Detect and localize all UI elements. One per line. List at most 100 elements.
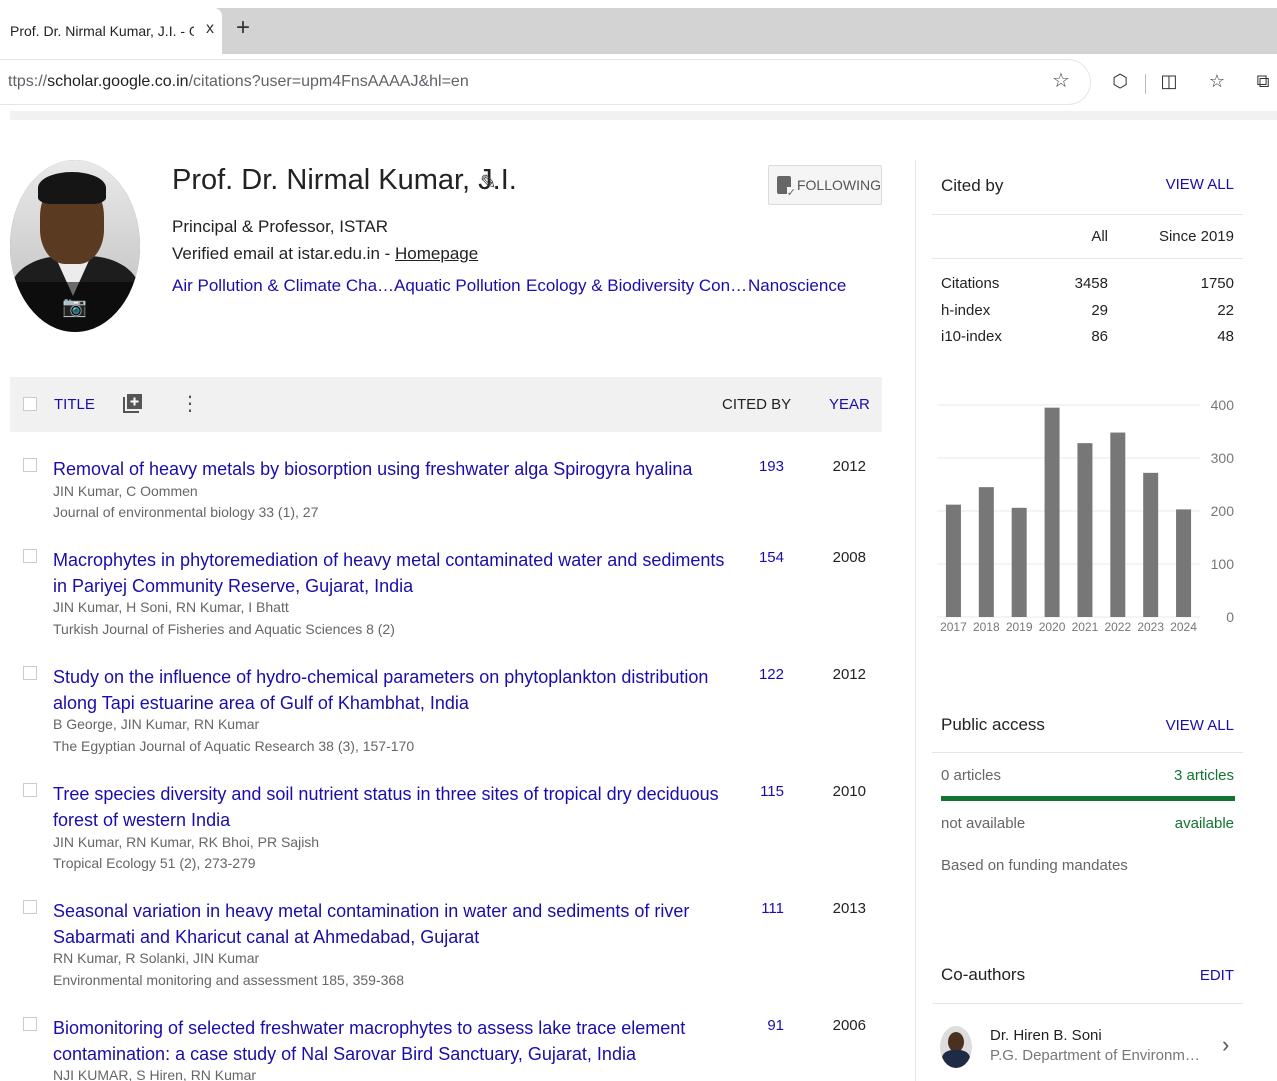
not-available-label: not available — [941, 815, 1026, 832]
interest-link[interactable]: Aquatic Pollution — [394, 276, 521, 296]
row-checkbox[interactable] — [23, 458, 37, 472]
article-title-link[interactable]: Macrophytes in phytoremediation of heavy… — [53, 547, 733, 599]
row-checkbox[interactable] — [23, 549, 37, 563]
cited-by-count-link[interactable]: 122 — [722, 666, 784, 683]
cited-by-count-link[interactable]: 115 — [722, 783, 784, 800]
funding-mandates-note: Based on funding mandates — [941, 857, 1128, 874]
article-title-link[interactable]: Seasonal variation in heavy metal contam… — [53, 898, 733, 950]
homepage-link[interactable]: Homepage — [395, 244, 478, 263]
article-title-link[interactable]: Study on the influence of hydro-chemical… — [53, 664, 733, 716]
coauthors-heading: Co-authors — [941, 965, 1026, 984]
article-authors: B George, JIN Kumar, RN Kumar — [53, 716, 260, 732]
article-venue: Environmental monitoring and assessment … — [53, 972, 404, 988]
article-year: 2008 — [832, 549, 866, 566]
stats-col-all: All — [1091, 228, 1108, 245]
available-count[interactable]: 3 articles — [1174, 767, 1234, 784]
chart-bar-2023[interactable] — [1143, 472, 1159, 617]
new-tab-icon[interactable]: + — [230, 14, 256, 42]
y-tick-label: 100 — [1211, 556, 1235, 572]
x-tick-label: 2024 — [1170, 620, 1197, 634]
row-checkbox[interactable] — [23, 666, 37, 680]
stat-all: 3458 — [1074, 275, 1108, 292]
article-title-link[interactable]: Biomonitoring of selected freshwater mac… — [53, 1015, 733, 1067]
profile-photo[interactable]: 📷 — [10, 160, 140, 332]
extensions-icon[interactable]: ⬡ — [1109, 70, 1131, 92]
article-venue: Turkish Journal of Fisheries and Aquatic… — [53, 621, 395, 637]
chart-bar-2017[interactable] — [945, 504, 961, 617]
public-access-heading: Public access — [941, 715, 1045, 734]
interest-link[interactable]: Air Pollution & Climate Cha… — [172, 276, 394, 296]
stat-since: 48 — [1217, 328, 1234, 345]
article-venue: Journal of environmental biology 33 (1),… — [53, 504, 319, 520]
article-title-link[interactable]: Removal of heavy metals by biosorption u… — [53, 456, 733, 482]
x-tick-label: 2017 — [940, 620, 967, 634]
browser-tabbar: Prof. Dr. Nirmal Kumar, J.I. - Goog x + — [0, 0, 1277, 54]
not-available-count[interactable]: 0 articles — [941, 767, 1001, 784]
chart-bar-2018[interactable] — [978, 487, 994, 617]
following-button[interactable]: FOLLOWING — [768, 165, 882, 205]
coauthor-name-link[interactable]: Dr. Hiren B. Soni — [990, 1027, 1102, 1044]
article-venue: Tropical Ecology 51 (2), 273-279 — [53, 855, 256, 871]
stat-since: 1750 — [1200, 275, 1234, 292]
coauthors-edit-link[interactable]: EDIT — [1200, 967, 1234, 984]
year-sort-link[interactable]: YEAR — [829, 396, 870, 413]
merge-articles-icon[interactable] — [123, 393, 143, 413]
chart-bar-2020[interactable] — [1044, 407, 1060, 617]
chevron-right-icon[interactable]: › — [1222, 1032, 1229, 1058]
cited-by-count-link[interactable]: 111 — [722, 900, 784, 917]
chart-bar-2022[interactable] — [1110, 432, 1126, 617]
tab-title: Prof. Dr. Nirmal Kumar, J.I. - Goog — [10, 23, 194, 39]
row-checkbox[interactable] — [23, 1017, 37, 1031]
article-authors: RN Kumar, R Solanki, JIN Kumar — [53, 950, 260, 966]
available-label: available — [1174, 815, 1234, 832]
profile-email: Verified email at istar.edu.in - Homepag… — [172, 244, 479, 263]
stat-all: 29 — [1091, 302, 1108, 319]
x-tick-label: 2019 — [1006, 620, 1033, 634]
article-authors: JIN Kumar, RN Kumar, RK Bhoi, PR Sajish — [53, 834, 320, 850]
divider — [932, 752, 1243, 753]
split-screen-icon[interactable]: ◫ — [1158, 70, 1180, 92]
cited-by-count-link[interactable]: 91 — [722, 1017, 784, 1034]
interest-link[interactable]: Ecology & Biodiversity Con… — [526, 276, 747, 296]
cited-by-count-link[interactable]: 193 — [722, 458, 784, 475]
articles-table-header: TITLE ⋮ CITED BY YEAR — [10, 377, 882, 432]
article-authors: JIN Kumar, C Oommen — [53, 483, 198, 499]
camera-icon[interactable]: 📷 — [62, 294, 87, 319]
favorite-star-icon[interactable]: ☆ — [1052, 68, 1070, 93]
title-sort-link[interactable]: TITLE — [54, 396, 95, 413]
stat-all: 86 — [1091, 328, 1108, 345]
x-tick-label: 2020 — [1039, 620, 1066, 634]
row-checkbox[interactable] — [23, 783, 37, 797]
chart-bar-2019[interactable] — [1011, 507, 1027, 617]
article-title-link[interactable]: Tree species diversity and soil nutrient… — [53, 781, 733, 833]
chart-bar-2024[interactable] — [1176, 509, 1192, 617]
coauthor-avatar[interactable] — [940, 1026, 972, 1068]
cited-by-count-link[interactable]: 154 — [722, 549, 784, 566]
cited-by-heading: Cited by — [941, 176, 1004, 195]
citations-bar-chart: 0 100 200 300 400 2017 2018 2019 2020 2021 2022 202… — [937, 397, 1235, 634]
select-all-checkbox[interactable] — [23, 397, 37, 411]
row-checkbox[interactable] — [23, 900, 37, 914]
mail-check-icon — [777, 176, 796, 199]
cited-by-view-all-link[interactable]: VIEW ALL — [1166, 176, 1234, 193]
collections-icon[interactable]: ⧉ — [1252, 70, 1274, 92]
table-row: Biomonitoring of selected freshwater mac… — [10, 1015, 882, 1081]
favorites-icon[interactable]: ☆ — [1206, 70, 1228, 92]
article-year: 2012 — [832, 458, 866, 475]
chart-bar-2021[interactable] — [1077, 443, 1093, 617]
more-options-icon[interactable]: ⋮ — [180, 391, 200, 416]
coauthor-affiliation: P.G. Department of Environment… — [990, 1047, 1200, 1064]
toolbar-divider — [1145, 74, 1146, 94]
address-bar: ttps://scholar.google.co.in/citations?us… — [0, 54, 1277, 110]
close-icon[interactable]: x — [206, 20, 214, 38]
page-top-strip — [10, 111, 1277, 120]
public-access-view-all-link[interactable]: VIEW ALL — [1166, 717, 1234, 734]
stat-since: 22 — [1217, 302, 1234, 319]
url-field[interactable]: ttps://scholar.google.co.in/citations?us… — [0, 60, 1090, 104]
x-tick-label: 2022 — [1104, 620, 1131, 634]
article-year: 2010 — [832, 783, 866, 800]
browser-tab[interactable]: Prof. Dr. Nirmal Kumar, J.I. - Goog x — [0, 8, 222, 54]
edit-pencil-icon[interactable]: ✎ — [480, 170, 497, 195]
article-year: 2013 — [832, 900, 866, 917]
interest-link[interactable]: Nanoscience — [748, 276, 846, 296]
